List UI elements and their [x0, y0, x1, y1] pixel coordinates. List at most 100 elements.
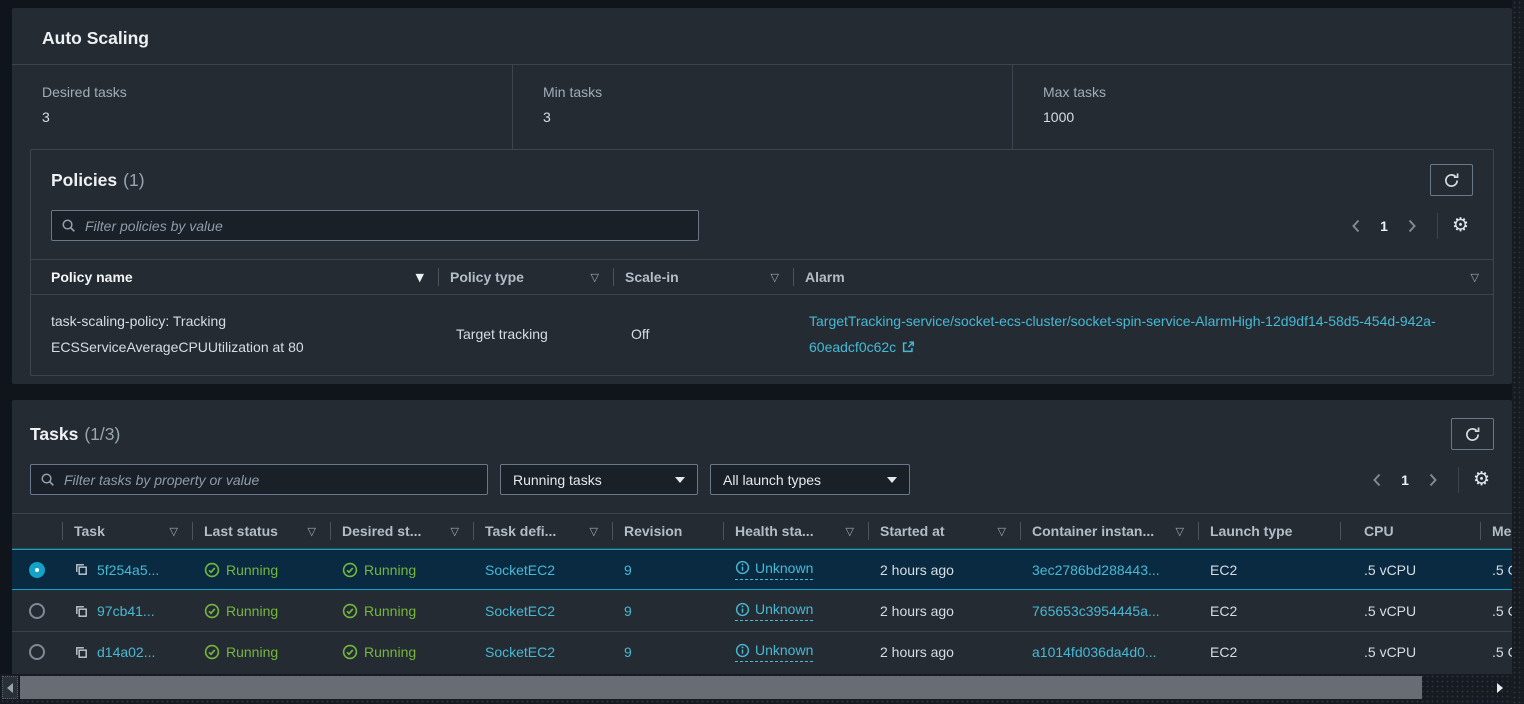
cpu-cell: .5 vCPU — [1340, 549, 1480, 590]
task-id-link[interactable]: 5f254a5... — [97, 562, 159, 578]
column-header-container-instance[interactable]: Container instan...▽ — [1020, 514, 1198, 548]
status-running-badge: Running — [204, 562, 278, 578]
policies-page-number[interactable]: 1 — [1371, 218, 1397, 234]
task-row[interactable]: 97cb41... Running Running SocketEC2 9 Un… — [12, 590, 1512, 631]
stat-label: Desired tasks — [42, 84, 482, 100]
tasks-panel: Tasks(1/3) Running tasks All launch type… — [12, 400, 1512, 676]
revision-link[interactable]: 9 — [624, 562, 632, 578]
column-header-alarm[interactable]: Alarm ▽ — [793, 260, 1493, 294]
column-header-desired-status[interactable]: Desired st...▽ — [330, 514, 473, 548]
container-instance-link[interactable]: a1014fd036da4d0... — [1032, 644, 1157, 660]
policies-title: Policies(1) — [51, 170, 145, 191]
revision-link[interactable]: 9 — [624, 603, 632, 619]
column-header-last-status[interactable]: Last status▽ — [192, 514, 330, 548]
policies-panel: Policies(1) — [30, 149, 1494, 376]
task-row[interactable]: 5f254a5... Running Running SocketEC2 9 U… — [12, 549, 1512, 590]
horizontal-scrollbar-thumb[interactable] — [20, 676, 1422, 699]
stat-max-tasks: Max tasks 1000 — [1012, 65, 1512, 149]
health-status-popover[interactable]: Unknown — [735, 601, 813, 621]
tasks-refresh-button[interactable] — [1451, 418, 1494, 450]
policies-next-page-button[interactable] — [1397, 218, 1427, 234]
tasks-filter-input[interactable] — [62, 471, 478, 489]
tasks-next-page-button[interactable] — [1418, 472, 1448, 488]
tasks-settings-gear-icon[interactable]: ⚙ — [1469, 470, 1494, 489]
column-header-policy-name[interactable]: Policy name ▼ — [31, 260, 438, 294]
policies-settings-gear-icon[interactable]: ⚙ — [1448, 216, 1473, 235]
policy-row: task-scaling-policy: Tracking ECSService… — [31, 295, 1493, 375]
scroll-left-button[interactable] — [2, 676, 18, 699]
launch-type-filter-select[interactable]: All launch types — [710, 464, 910, 495]
policies-filter-input[interactable] — [83, 217, 689, 235]
scroll-right-button[interactable] — [1492, 676, 1508, 699]
auto-scaling-stats: Desired tasks 3 Min tasks 3 Max tasks 10… — [12, 65, 1512, 149]
container-instance-link[interactable]: 3ec2786bd288443... — [1032, 562, 1160, 578]
auto-scaling-title: Auto Scaling — [42, 28, 149, 48]
sort-icon[interactable]: ▽ — [838, 525, 854, 538]
copy-icon[interactable] — [74, 604, 89, 619]
vertical-scrollbar-track[interactable] — [1512, 0, 1524, 704]
sort-icon[interactable]: ▽ — [763, 271, 779, 284]
task-definition-link[interactable]: SocketEC2 — [485, 644, 555, 660]
task-definition-link[interactable]: SocketEC2 — [485, 562, 555, 578]
sort-desc-icon[interactable]: ▼ — [408, 271, 424, 284]
tasks-filter — [30, 464, 488, 495]
tasks-table-header: Task▽ Last status▽ Desired st...▽ Task d… — [12, 513, 1512, 549]
column-header-task-definition[interactable]: Task defi...▽ — [473, 514, 612, 548]
revision-link[interactable]: 9 — [624, 644, 632, 660]
policies-refresh-button[interactable] — [1430, 164, 1473, 196]
policy-scale-in-cell: Off — [613, 308, 793, 347]
policies-filter — [51, 210, 699, 241]
sort-icon[interactable]: ▽ — [582, 525, 598, 538]
task-definition-link[interactable]: SocketEC2 — [485, 603, 555, 619]
started-at-cell: 2 hours ago — [868, 591, 1020, 631]
column-header-select — [12, 514, 62, 548]
sort-icon[interactable]: ▽ — [990, 525, 1006, 538]
column-header-task[interactable]: Task▽ — [62, 514, 192, 548]
copy-icon[interactable] — [74, 562, 89, 577]
sort-icon[interactable]: ▽ — [162, 525, 178, 538]
refresh-icon — [1443, 172, 1460, 189]
column-header-policy-type[interactable]: Policy type ▽ — [438, 260, 613, 294]
launch-type-cell: EC2 — [1198, 591, 1340, 631]
sort-icon[interactable]: ▽ — [1168, 525, 1184, 538]
started-at-cell: 2 hours ago — [868, 549, 1020, 590]
task-id-link[interactable]: d14a02... — [97, 644, 155, 660]
sort-icon[interactable]: ▽ — [1463, 271, 1479, 284]
tasks-prev-page-button[interactable] — [1362, 472, 1392, 488]
task-radio[interactable] — [29, 644, 45, 660]
task-id-link[interactable]: 97cb41... — [97, 603, 155, 619]
column-header-launch-type: Launch type — [1198, 514, 1340, 548]
chevron-down-icon — [675, 477, 685, 483]
column-header-scale-in[interactable]: Scale-in ▽ — [613, 260, 793, 294]
stat-label: Min tasks — [543, 84, 982, 100]
stat-value: 3 — [42, 109, 482, 125]
column-header-started-at[interactable]: Started at▽ — [868, 514, 1020, 548]
column-header-health-status[interactable]: Health sta...▽ — [723, 514, 868, 548]
task-row[interactable]: d14a02... Running Running SocketEC2 9 Un… — [12, 631, 1512, 672]
task-radio[interactable] — [29, 603, 45, 619]
cpu-cell: .5 vCPU — [1340, 591, 1480, 631]
sort-icon[interactable]: ▽ — [443, 525, 459, 538]
task-radio-selected[interactable] — [29, 562, 45, 578]
horizontal-scrollbar — [0, 674, 1512, 704]
sort-icon[interactable]: ▽ — [300, 525, 316, 538]
status-running-badge: Running — [342, 644, 416, 660]
memory-cell: .5 GB — [1480, 591, 1512, 631]
container-instance-link[interactable]: 765653c3954445a... — [1032, 603, 1160, 619]
copy-icon[interactable] — [74, 645, 89, 660]
memory-cell: .5 GB — [1480, 549, 1512, 590]
toolbar-divider — [1437, 213, 1438, 239]
column-header-cpu: CPU — [1340, 514, 1480, 548]
sort-icon[interactable]: ▽ — [583, 271, 599, 284]
alarm-link[interactable]: TargetTracking-service/socket-ecs-cluste… — [809, 313, 1436, 355]
status-filter-select[interactable]: Running tasks — [500, 464, 698, 495]
policies-prev-page-button[interactable] — [1341, 218, 1371, 234]
health-status-popover[interactable]: Unknown — [735, 642, 813, 662]
tasks-count: (1/3) — [84, 424, 120, 444]
stat-min-tasks: Min tasks 3 — [512, 65, 1012, 149]
search-icon — [61, 218, 76, 233]
tasks-page-number[interactable]: 1 — [1392, 472, 1418, 488]
health-status-popover[interactable]: Unknown — [735, 560, 813, 580]
tasks-title: Tasks(1/3) — [30, 424, 120, 445]
search-icon — [40, 472, 55, 487]
